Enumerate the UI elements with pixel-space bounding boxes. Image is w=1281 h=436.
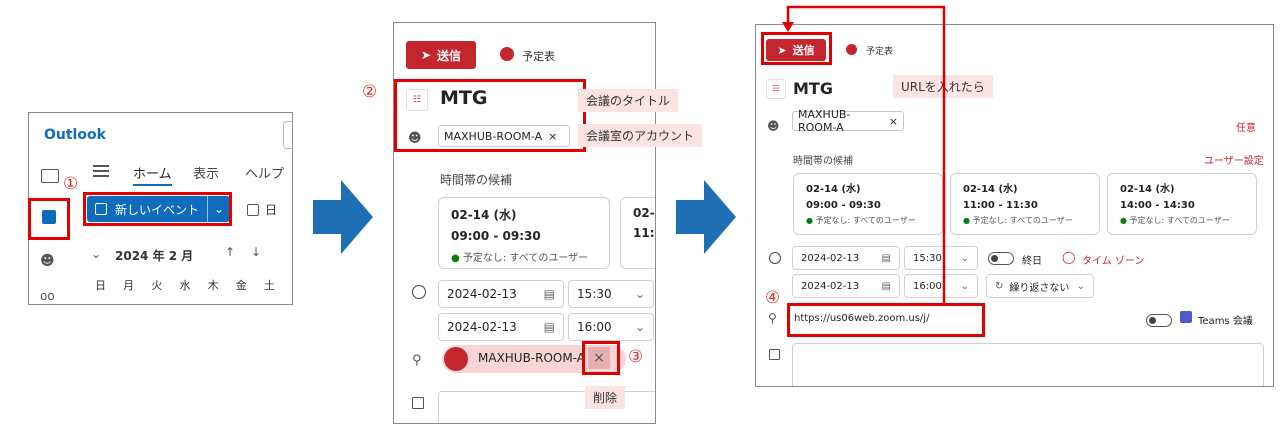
available-check-icon: ●	[451, 253, 460, 264]
start-date-field[interactable]: 2024-02-13 ▤	[438, 280, 564, 308]
times-heading: 時間帯の候補	[440, 173, 513, 187]
time-suggestion-card[interactable]: 02-14 (水) 11:00 - 11:30 ● 予定なし: すべてのユーザー	[950, 173, 1100, 235]
room-avatar-icon	[444, 347, 468, 371]
notes-field[interactable]	[792, 343, 1264, 386]
month-label: 2024 年 2 月	[115, 249, 194, 263]
optional-attendees-link[interactable]: 任意	[1236, 119, 1256, 134]
card-time: 14:00 - 14:30	[1120, 200, 1195, 211]
tab-view[interactable]: 表示	[193, 163, 219, 182]
highlight-remove-location	[582, 341, 620, 375]
card2-time: 11:00	[633, 226, 655, 240]
weekday-fri: 金	[235, 279, 247, 292]
room-callout: 会議室のアカウント	[578, 124, 703, 147]
highlight-title-attendee	[394, 79, 586, 152]
card-date: 02-14 (水)	[451, 208, 517, 222]
end-time-field[interactable]: 16:00 ⌄	[568, 313, 654, 341]
time-suggestion-card[interactable]: 02-14 (水) 09:00 - 09:30 ● 予定なし: すべてのユーザー	[438, 197, 610, 269]
delete-callout: 削除	[585, 386, 626, 409]
available-check-icon: ●	[963, 216, 970, 225]
step-1-marker: ①	[63, 174, 79, 194]
collapse-chevron-icon[interactable]: ⌄	[91, 247, 101, 261]
end-time-value: 16:00	[577, 320, 612, 334]
globe-icon[interactable]: ◯	[1062, 250, 1075, 264]
chevron-down-icon[interactable]: ⌄	[635, 287, 645, 301]
location-chip-label: MAXHUB-ROOM-A	[478, 351, 586, 365]
date-picker-icon[interactable]: ▤	[544, 287, 555, 301]
send-button[interactable]: ➤ 送信	[406, 41, 476, 69]
timezone-link[interactable]: タイム ゾーン	[1082, 252, 1144, 267]
repeat-icon: ↻	[995, 280, 1004, 292]
card-time: 09:00 - 09:30	[451, 229, 541, 243]
step-4-marker: ④	[765, 288, 781, 308]
card-status: 予定なし: すべてのユーザー	[1129, 216, 1230, 225]
teams-meeting-toggle[interactable]	[1146, 314, 1172, 327]
card-time: 11:00 - 11:30	[963, 200, 1038, 211]
card-date: 02-14 (水)	[963, 184, 1018, 195]
attendee-icon: ☻	[767, 119, 780, 133]
weekday-sat: 土	[263, 279, 275, 292]
calendar-color-dot	[500, 47, 514, 61]
end-date-field[interactable]: 2024-02-13 ▤	[438, 313, 564, 341]
date-picker-icon[interactable]: ▤	[544, 320, 555, 334]
step-3-marker: ③	[628, 347, 644, 367]
step-2-marker: ②	[362, 82, 378, 102]
start-time-field[interactable]: 15:30 ⌄	[568, 280, 654, 308]
notes-icon	[769, 349, 780, 360]
hamburger-icon[interactable]	[93, 165, 109, 177]
clock-icon	[412, 285, 426, 299]
view-day-label[interactable]: 日	[265, 201, 277, 218]
send-icon: ➤	[420, 48, 432, 62]
start-date-value: 2024-02-13	[447, 287, 517, 301]
weekday-tue: 火	[151, 279, 163, 292]
prev-month-arrow-icon[interactable]: ↑	[225, 245, 235, 259]
tab-help[interactable]: ヘルプ	[245, 163, 284, 182]
chevron-down-icon[interactable]: ⌄	[1077, 281, 1085, 292]
highlight-new-event	[83, 192, 232, 226]
day-view-icon[interactable]	[247, 204, 259, 216]
time-suggestion-card[interactable]: 02-14 (水) 14:00 - 14:30 ● 予定なし: すべてのユーザー	[1107, 173, 1257, 235]
tab-home[interactable]: ホーム	[133, 163, 172, 186]
chevron-down-icon[interactable]: ⌄	[961, 281, 969, 292]
end-date-value: 2024-02-13	[447, 320, 517, 334]
start-time-value: 15:30	[577, 287, 612, 301]
all-day-label: 終日	[1022, 256, 1042, 267]
notes-icon	[412, 397, 424, 409]
more-apps-icon[interactable]: oo	[40, 289, 55, 303]
repeat-dropdown[interactable]: ↻ 繰り返さない ⌄	[986, 274, 1094, 298]
card-status: 予定なし: すべてのユーザー	[462, 253, 589, 264]
title-callout: 会議のタイトル	[578, 89, 679, 112]
next-month-arrow-icon[interactable]: ↓	[251, 245, 261, 259]
highlight-calendar	[28, 198, 70, 240]
weekday-mon: 月	[123, 279, 135, 292]
flow-arrow-2	[676, 180, 736, 254]
card-status: 予定なし: すべてのユーザー	[972, 216, 1073, 225]
calendar-label[interactable]: 予定表	[522, 48, 555, 64]
app-title: Outlook	[44, 127, 106, 143]
flow-arrow-1	[313, 180, 373, 254]
weekday-row: 日 月 火 水 木 金 土	[95, 277, 275, 293]
weekday-thu: 木	[207, 279, 219, 292]
chevron-down-icon[interactable]: ⌄	[961, 253, 969, 264]
card2-date: 02-1	[633, 206, 655, 220]
user-settings-link[interactable]: ユーザー設定	[1204, 152, 1264, 167]
people-icon[interactable]: ☻	[40, 253, 55, 269]
teams-meeting-label: Teams 会議	[1198, 316, 1253, 327]
all-day-toggle[interactable]	[988, 252, 1014, 265]
card-date: 02-14 (水)	[1120, 184, 1175, 195]
time-suggestion-card-2[interactable]: 02-1 11:00	[620, 197, 655, 269]
send-label: 送信	[437, 48, 462, 63]
location-icon: ⚲	[768, 311, 777, 325]
connector-arrow	[782, 5, 946, 303]
repeat-label: 繰り返さない	[1009, 282, 1070, 294]
search-box-edge[interactable]	[283, 121, 292, 149]
available-check-icon: ●	[1120, 216, 1127, 225]
weekday-sun: 日	[95, 279, 106, 292]
location-icon: ⚲	[412, 353, 422, 368]
teams-icon	[1180, 311, 1192, 323]
mail-icon[interactable]	[41, 169, 59, 183]
chevron-down-icon[interactable]: ⌄	[635, 320, 645, 334]
weekday-wed: 水	[179, 279, 191, 292]
